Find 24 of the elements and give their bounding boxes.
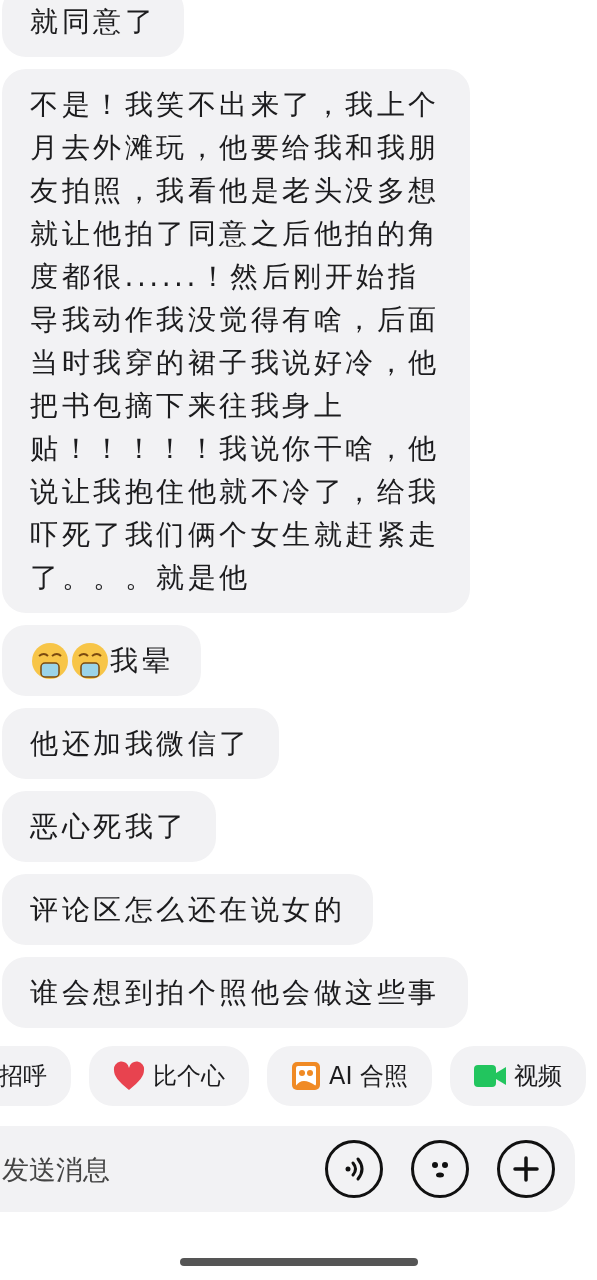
quick-action-chip[interactable]: AI 合照 [267, 1046, 433, 1106]
message-text: 评论区怎么还在说女的 [30, 892, 345, 928]
message-text: 谁会想到拍个照他会做这些事 [30, 975, 440, 1011]
people-photo-icon [291, 1061, 321, 1091]
quick-action-chip[interactable]: 比个心 [89, 1046, 249, 1106]
voice-button[interactable] [325, 1140, 383, 1198]
emoji-button[interactable] [411, 1140, 469, 1198]
add-button[interactable] [497, 1140, 555, 1198]
weary-face-icon [70, 640, 110, 681]
chip-label: 视频 [514, 1061, 563, 1092]
heart-icon [113, 1061, 145, 1091]
video-camera-icon [474, 1065, 507, 1087]
plus-icon [511, 1154, 541, 1184]
message-text: 不是！我笑不出来了，我上个月去外滩玩，他要给我和我朋友拍照，我看他是老头没多想就让他拍了同意之后他拍的角度都很......！然后刚开始指导我动作我没觉得有啥，后面当时我穿的裙子我说好冷，他把书包摘下来往我身上贴！！！！！我说你干啥，他说让我抱住他就不冷了，给我吓死了我们俩个女生就赶紧走了。。。就是他 [30, 87, 441, 596]
message-input-bar[interactable]: 发送消息 [0, 1126, 575, 1212]
message-text: 就同意了 [30, 4, 156, 40]
chip-label: AI 合照 [329, 1061, 409, 1092]
weary-face-icon [30, 640, 70, 681]
message-text: 我晕 [110, 643, 173, 679]
message-text: 他还加我微信了 [30, 726, 251, 762]
quick-action-chip[interactable]: 视频 [450, 1046, 587, 1106]
chip-label: 比个心 [153, 1061, 225, 1092]
message-text: 恶心死我了 [30, 809, 188, 845]
message-input[interactable]: 发送消息 [0, 1152, 297, 1186]
